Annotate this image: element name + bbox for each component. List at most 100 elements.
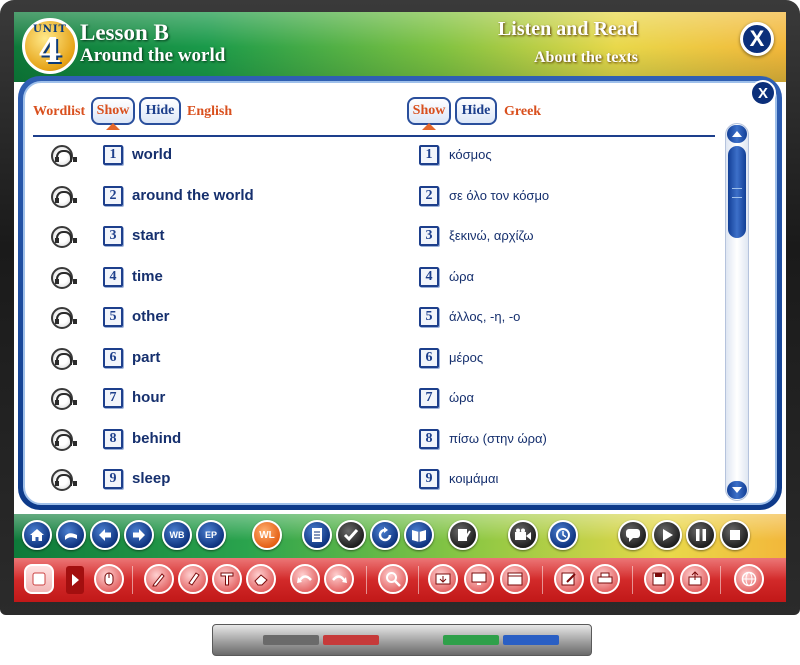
pause-button[interactable] — [686, 520, 716, 550]
stop-button[interactable] — [720, 520, 750, 550]
home-button[interactable] — [22, 520, 52, 550]
extra-practice-button[interactable]: EP — [196, 520, 226, 550]
edit-page-button[interactable] — [554, 564, 584, 594]
mouse-icon — [104, 572, 114, 586]
english-show-label: Show — [96, 103, 130, 118]
highlighter-tool-button[interactable] — [178, 564, 208, 594]
section-title: Listen and Read — [497, 18, 638, 40]
book-button[interactable] — [404, 520, 434, 550]
headphones-icon[interactable] — [51, 266, 77, 289]
web-button[interactable] — [734, 564, 764, 594]
pen-tool-button[interactable] — [144, 564, 174, 594]
greek-show-button[interactable]: Show — [407, 97, 451, 130]
english-label: English — [187, 104, 233, 119]
pause-icon — [696, 529, 706, 541]
english-word: time — [132, 267, 163, 285]
unit-badge: UNIT 4 — [22, 18, 78, 74]
print-button[interactable] — [590, 564, 620, 594]
clock-icon — [556, 528, 570, 542]
scroll-thumb[interactable] — [728, 146, 746, 238]
arrow-down-icon — [732, 487, 742, 493]
save-button[interactable] — [644, 564, 674, 594]
headphones-icon[interactable] — [51, 145, 77, 167]
edit-page-icon — [561, 572, 576, 586]
unit-number: 4 — [38, 31, 62, 71]
headphones-icon[interactable] — [51, 469, 77, 491]
scroll-down-button[interactable] — [727, 481, 747, 499]
book-icon — [412, 530, 426, 542]
close-panel-button[interactable]: X — [750, 80, 776, 106]
back-button[interactable] — [56, 520, 86, 550]
headphones-icon[interactable] — [51, 185, 77, 208]
eraser-tool-button[interactable] — [246, 564, 276, 594]
greek-number: 2 — [419, 185, 439, 206]
headphones-icon[interactable] — [51, 428, 77, 451]
english-number: 3 — [103, 226, 123, 246]
stand-slot — [263, 635, 319, 645]
wordlist-button[interactable]: WL — [252, 520, 282, 550]
export-button[interactable] — [680, 564, 710, 594]
download-button[interactable] — [428, 564, 458, 594]
screen-button[interactable] — [464, 564, 494, 594]
video-button[interactable] — [508, 520, 538, 550]
english-number: 8 — [103, 428, 123, 449]
english-number: 7 — [103, 388, 123, 408]
active-indicator-icon — [106, 123, 120, 130]
check-icon — [343, 529, 359, 542]
toolbar-divider — [720, 566, 721, 594]
greek-word: κόσμος — [449, 147, 492, 162]
whiteboard-button[interactable] — [24, 564, 54, 594]
reload-button[interactable] — [370, 520, 400, 550]
window-icon — [507, 572, 523, 586]
expand-tools-button[interactable] — [66, 566, 84, 594]
greek-word: ώρα — [449, 390, 475, 405]
redo-button[interactable] — [324, 564, 354, 594]
reload-icon — [378, 527, 392, 542]
english-hide-button[interactable]: Hide — [139, 97, 181, 125]
document-button[interactable] — [302, 520, 332, 550]
play-button[interactable] — [652, 520, 682, 550]
greek-label: Greek — [504, 104, 542, 119]
toolbar-divider — [366, 566, 367, 594]
wordlist-label: Wordlist — [33, 104, 86, 119]
greek-word: πίσω (στην ώρα) — [449, 430, 547, 446]
headphones-icon[interactable] — [51, 307, 77, 329]
greek-word: ξεκινώ, αρχίζω — [449, 228, 534, 243]
zoom-tool-button[interactable] — [378, 564, 408, 594]
toolbar-divider — [132, 566, 133, 594]
download-icon — [435, 573, 451, 585]
blank-page-icon — [32, 572, 46, 586]
text-tool-button[interactable] — [212, 564, 242, 594]
back-icon — [65, 533, 77, 540]
chat-button[interactable] — [618, 520, 648, 550]
notes-button[interactable] — [448, 520, 478, 550]
next-button[interactable] — [124, 520, 154, 550]
vertical-scrollbar[interactable] — [725, 123, 749, 501]
globe-icon — [741, 571, 757, 587]
scroll-up-button[interactable] — [727, 125, 747, 143]
arrow-left-icon — [99, 529, 111, 541]
toolbar-divider — [632, 566, 633, 594]
clock-button[interactable] — [548, 520, 578, 550]
english-number: 1 — [103, 145, 123, 165]
headphones-icon[interactable] — [51, 226, 77, 248]
highlighter-icon — [188, 572, 200, 586]
printer-icon — [597, 572, 613, 584]
magnifier-icon — [386, 572, 401, 587]
headphones-icon[interactable] — [51, 347, 77, 370]
headphones-icon[interactable] — [51, 388, 77, 410]
check-button[interactable] — [336, 520, 366, 550]
list-item: 5 other 5 άλλος, -η, -ο — [25, 303, 725, 333]
close-app-button[interactable]: X — [740, 22, 774, 56]
window-button[interactable] — [500, 564, 530, 594]
workbook-button[interactable]: WB — [162, 520, 192, 550]
mouse-tool-button[interactable] — [94, 564, 124, 594]
english-number: 2 — [103, 185, 123, 206]
english-show-button[interactable]: Show — [91, 97, 135, 130]
previous-button[interactable] — [90, 520, 120, 550]
greek-hide-button[interactable]: Hide — [455, 97, 497, 125]
english-word: around the world — [132, 186, 254, 204]
undo-button[interactable] — [290, 564, 320, 594]
save-icon — [652, 572, 666, 586]
wordlist-panel: Wordlist Show Hide English Show Hide Gre… — [23, 81, 777, 505]
